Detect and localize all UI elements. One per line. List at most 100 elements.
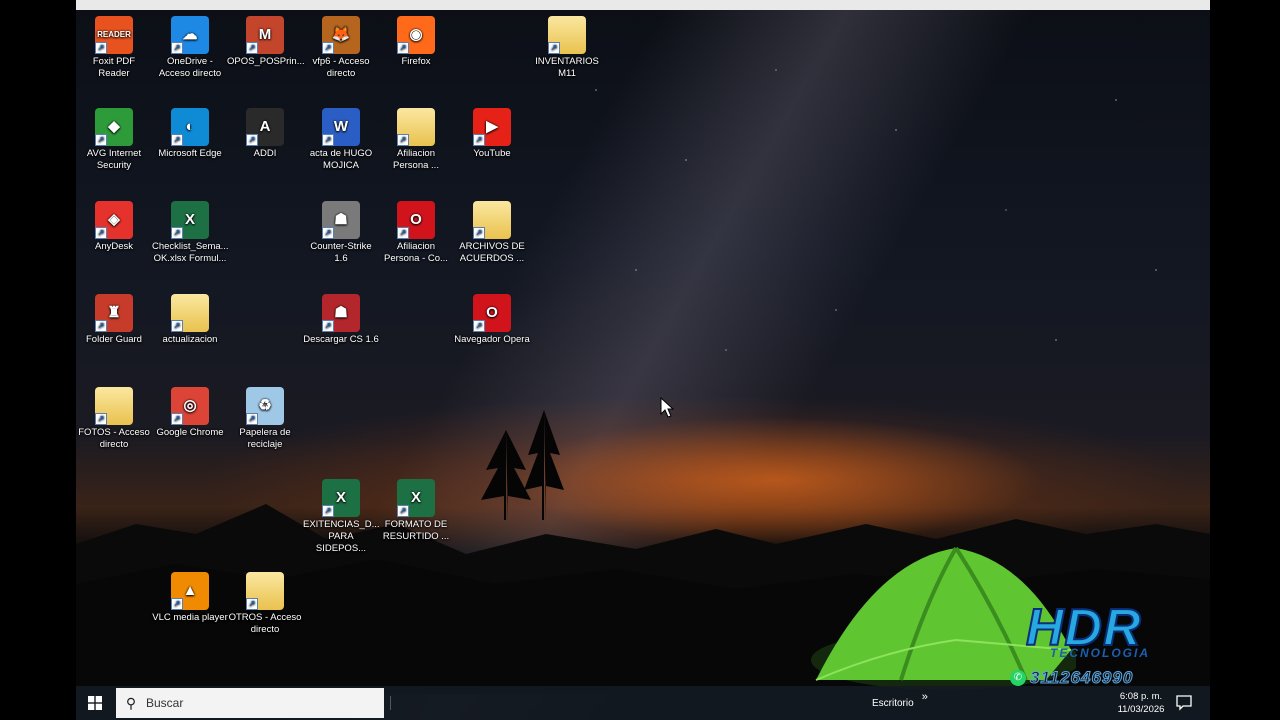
desktop-icon[interactable]: ▲ ↗ VLC media player — [152, 572, 228, 624]
folder-icon: ↗ — [95, 387, 133, 425]
folder-guard-icon: ♜ ↗ — [95, 294, 133, 332]
desktop-icon[interactable]: W ↗ acta de HUGO MOJICA — [303, 108, 379, 172]
desktop-icon[interactable]: O ↗ Navegador Opera — [454, 294, 530, 346]
excel-icon: X ↗ — [171, 201, 209, 239]
excel-icon: X ↗ — [322, 479, 360, 517]
shortcut-arrow-icon: ↗ — [322, 505, 334, 517]
desktop-icon-label: YouTube — [473, 148, 511, 159]
search-icon: ⚲ — [125, 694, 137, 711]
notification-center-icon[interactable] — [1174, 692, 1194, 712]
desktop-icon[interactable]: ◉ ↗ Firefox — [378, 16, 454, 68]
shortcut-arrow-icon: ↗ — [171, 320, 183, 332]
folder-icon: ↗ — [397, 108, 435, 146]
shortcut-arrow-icon: ↗ — [95, 227, 107, 239]
desktop-icon[interactable]: ♻ ↗ Papelera de reciclaje — [227, 387, 303, 451]
desktop-icon-label: Papelera de reciclaje — [239, 427, 291, 450]
shortcut-arrow-icon: ↗ — [246, 134, 258, 146]
desktop-icon-label: acta de HUGO MOJICA — [309, 148, 373, 171]
desktop-icon-label: OneDrive - Acceso directo — [158, 56, 222, 79]
desktop-icon[interactable]: ↗ Afiliacion Persona ... — [378, 108, 454, 172]
desktop-icon[interactable]: ◆ ↗ AVG Internet Security — [76, 108, 152, 172]
shortcut-arrow-icon: ↗ — [171, 413, 183, 425]
desktop-icon[interactable]: X ↗ EXITENCIAS_D... PARA SIDEPOS... — [303, 479, 380, 555]
desktop-icon[interactable]: ↗ INVENTARIOS M11 — [529, 16, 605, 80]
taskbar-search-box[interactable]: ⚲ Buscar — [116, 688, 384, 718]
desktop-icon[interactable]: X ↗ FORMATO DE RESURTIDO ... — [378, 479, 454, 543]
desktop-icon-label: ADDI — [253, 148, 277, 159]
clock-date: 11/03/2026 — [1117, 704, 1165, 715]
desktop-icon[interactable]: ↗ actualizacion — [152, 294, 228, 346]
desktop-icon-label: VLC media player — [152, 612, 228, 623]
desktop-icon[interactable]: ◈ ↗ AnyDesk — [76, 201, 152, 253]
shortcut-arrow-icon: ↗ — [171, 134, 183, 146]
desktop-icon[interactable]: ◎ ↗ Google Chrome — [152, 387, 228, 439]
desktop-icon[interactable]: ☗ ↗ Descargar CS 1.6 — [303, 294, 379, 346]
whatsapp-icon: ✆ — [1010, 670, 1026, 686]
counter-strike-icon: ☗ ↗ — [322, 201, 360, 239]
desktop-icon-label: Foxit PDF Reader — [92, 56, 136, 79]
folder-icon: ↗ — [246, 572, 284, 610]
desktop-icon[interactable]: M ↗ OPOS_POSPrin... — [227, 16, 305, 68]
desktop-icon-label: INVENTARIOS M11 — [535, 56, 599, 79]
start-button[interactable] — [76, 686, 114, 720]
desktop[interactable]: READER ↗ Foxit PDF Reader ☁ ↗ OneDrive - Acce… — [76, 10, 1210, 720]
desktop-icon[interactable]: O ↗ Afiliacion Persona - Co... — [378, 201, 454, 265]
recycle-bin-icon: ♻ ↗ — [246, 387, 284, 425]
window-top-border — [76, 0, 1210, 10]
desktop-icon[interactable]: ◐ ↗ Microsoft Edge — [152, 108, 228, 160]
desktop-icon[interactable]: READER ↗ Foxit PDF Reader — [76, 16, 152, 80]
shortcut-arrow-icon: ↗ — [95, 134, 107, 146]
shortcut-arrow-icon: ↗ — [246, 598, 258, 610]
desktop-icon[interactable]: ↗ ARCHIVOS DE ACUERDOS ... — [454, 201, 530, 265]
desktop-icon-label: FORMATO DE RESURTIDO ... — [382, 519, 450, 542]
desktop-icon[interactable]: ☗ ↗ Counter-Strike 1.6 — [303, 201, 379, 265]
shortcut-arrow-icon: ↗ — [322, 320, 334, 332]
foxit-icon: READER ↗ — [95, 16, 133, 54]
shortcut-arrow-icon: ↗ — [171, 598, 183, 610]
shortcut-arrow-icon: ↗ — [473, 134, 485, 146]
escritorio-toolbar[interactable]: Escritorio » — [872, 686, 928, 720]
shortcut-arrow-icon: ↗ — [473, 227, 485, 239]
escritorio-toolbar-label: Escritorio — [872, 697, 914, 709]
desktop-icon-label: Counter-Strike 1.6 — [310, 241, 372, 264]
opera-icon: O ↗ — [473, 294, 511, 332]
folder-icon: ↗ — [548, 16, 586, 54]
desktop-icon[interactable]: A ↗ ADDI — [227, 108, 303, 160]
taskbar-divider — [390, 696, 391, 710]
shortcut-arrow-icon: ↗ — [246, 413, 258, 425]
mouse-cursor-icon — [660, 397, 674, 418]
desktop-icon-label: Folder Guard — [86, 334, 142, 345]
desktop-icon[interactable]: ☁ ↗ OneDrive - Acceso directo — [152, 16, 228, 80]
desktop-icon-label: vfp6 - Acceso directo — [312, 56, 370, 79]
shortcut-arrow-icon: ↗ — [397, 134, 409, 146]
desktop-icon-label: Afiliacion Persona - Co... — [384, 241, 448, 264]
folder-icon: ↗ — [473, 201, 511, 239]
pine-trees — [481, 410, 564, 520]
desktop-icon[interactable]: ↗ FOTOS - Acceso directo — [76, 387, 152, 451]
desktop-icon[interactable]: ♜ ↗ Folder Guard — [76, 294, 152, 346]
shortcut-arrow-icon: ↗ — [95, 320, 107, 332]
shortcut-arrow-icon: ↗ — [397, 227, 409, 239]
desktop-icon[interactable]: X ↗ Checklist_Sema... OK.xlsx Formul... — [152, 201, 229, 265]
firefox-icon: ◉ ↗ — [397, 16, 435, 54]
vlc-icon: ▲ ↗ — [171, 572, 209, 610]
desktop-icon[interactable]: ▶ ↗ YouTube — [454, 108, 530, 160]
desktop-icon[interactable]: ↗ OTROS - Acceso directo — [227, 572, 303, 636]
desktop-icon-label: AnyDesk — [94, 241, 133, 252]
hdr-watermark: HDR TECNOLOGIA ✆ 3112646990 — [1010, 598, 1202, 694]
shortcut-arrow-icon: ↗ — [171, 42, 183, 54]
desktop-icon[interactable]: 🦊 ↗ vfp6 - Acceso directo — [303, 16, 379, 80]
desktop-icon-label: ARCHIVOS DE ACUERDOS ... — [459, 241, 525, 264]
youtube-icon: ▶ ↗ — [473, 108, 511, 146]
desktop-icon-label: FOTOS - Acceso directo — [78, 427, 150, 450]
system-clock[interactable]: 6:08 p. m. 11/03/2026 — [1106, 690, 1176, 716]
shortcut-arrow-icon: ↗ — [322, 227, 334, 239]
desktop-icon-label: Firefox — [401, 56, 431, 67]
excel-icon: X ↗ — [397, 479, 435, 517]
toolbar-chevron-icon[interactable]: » — [922, 691, 928, 703]
opera-icon: O ↗ — [397, 201, 435, 239]
avg-icon: ◆ ↗ — [95, 108, 133, 146]
shortcut-arrow-icon: ↗ — [95, 413, 107, 425]
vfp-icon: 🦊 ↗ — [322, 16, 360, 54]
onedrive-icon: ☁ ↗ — [171, 16, 209, 54]
